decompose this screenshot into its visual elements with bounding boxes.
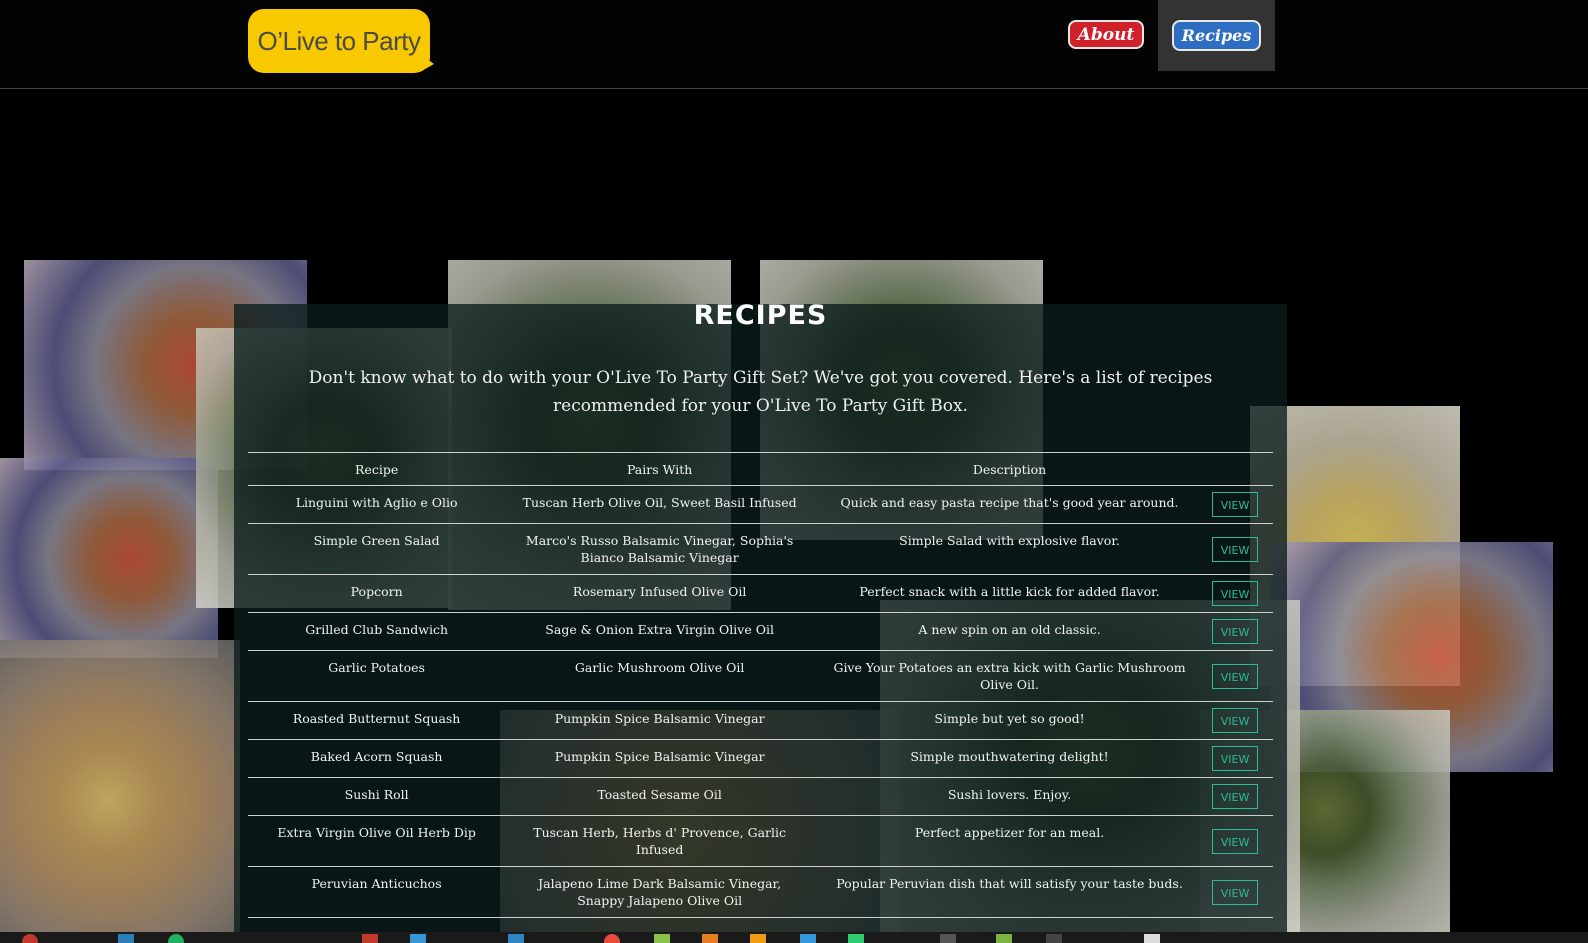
table-header-row: Recipe Pairs With Description — [248, 452, 1273, 486]
recipe-description: Sushi lovers. Enjoy. — [814, 777, 1206, 816]
recipe-pairs-with: Pumpkin Spice Balsamic Vinegar — [505, 701, 814, 740]
recipe-description: Popular Peruvian dish that will satisfy … — [814, 866, 1206, 918]
recipe-pairs-with: Marco's Russo Balsamic Vinegar, Sophia's… — [505, 523, 814, 575]
recipe-name: Popcorn — [248, 574, 506, 613]
nav-recipes-button[interactable]: Recipes — [1172, 20, 1261, 51]
view-recipe-button[interactable]: VIEW — [1212, 663, 1259, 689]
recipe-name: Roasted Butternut Squash — [248, 701, 506, 740]
table-row: Peruvian Anticuchos Jalapeno Lime Dark B… — [248, 866, 1273, 918]
taskbar-app-icon[interactable] — [118, 934, 134, 943]
recipe-name: Extra Virgin Olive Oil Herb Dip — [248, 815, 506, 867]
column-header-action — [1205, 452, 1273, 486]
column-header-description: Description — [814, 452, 1206, 486]
recipe-name: Garlic Potatoes — [248, 650, 506, 702]
food-image — [0, 458, 218, 658]
recipe-pairs-with: Jalapeno Lime Dark Balsamic Vinegar, Sna… — [505, 866, 814, 918]
recipe-pairs-with: Rosemary Infused Olive Oil — [505, 574, 814, 613]
recipe-description: Perfect appetizer for an meal. — [814, 815, 1206, 867]
recipe-description: Simple Salad with explosive flavor. — [814, 523, 1206, 575]
view-recipe-button[interactable]: VIEW — [1212, 619, 1259, 644]
recipe-name: Linguini with Aglio e Olio — [248, 485, 506, 524]
recipe-name: Peruvian Anticuchos — [248, 866, 506, 918]
taskbar-app-icon[interactable] — [654, 934, 670, 943]
page-title: RECIPES — [693, 300, 828, 331]
taskbar-app-icon[interactable] — [1046, 934, 1062, 943]
table-row: Sushi Roll Toasted Sesame Oil Sushi love… — [248, 777, 1273, 816]
view-recipe-button[interactable]: VIEW — [1212, 746, 1259, 771]
table-row: Roasted Butternut Squash Pumpkin Spice B… — [248, 701, 1273, 740]
view-recipe-button[interactable]: VIEW — [1212, 879, 1259, 905]
recipe-description: Simple mouthwatering delight! — [814, 739, 1206, 778]
table-row: Simple Green Salad Marco's Russo Balsami… — [248, 523, 1273, 575]
recipe-name: Grilled Club Sandwich — [248, 612, 506, 651]
recipe-description: Give Your Potatoes an extra kick with Ga… — [814, 650, 1206, 702]
view-recipe-button[interactable]: VIEW — [1212, 536, 1259, 562]
taskbar — [0, 932, 1588, 943]
column-header-recipe: Recipe — [248, 452, 506, 486]
logo-text: O’Live to Party — [257, 25, 421, 56]
recipe-description: Perfect snack with a little kick for add… — [814, 574, 1206, 613]
food-image — [0, 640, 240, 932]
recipe-pairs-with: Tuscan Herb Olive Oil, Sweet Basil Infus… — [505, 485, 814, 524]
recipe-name: Simple Green Salad — [248, 523, 506, 575]
taskbar-app-icon[interactable] — [604, 934, 620, 943]
taskbar-app-icon[interactable] — [362, 934, 378, 943]
view-recipe-button[interactable]: VIEW — [1212, 581, 1259, 606]
intro-text: Don't know what to do with your O'Live T… — [308, 368, 1213, 416]
table-row: Garlic Potatoes Garlic Mushroom Olive Oi… — [248, 650, 1273, 702]
taskbar-app-icon[interactable] — [750, 934, 766, 943]
view-recipe-button[interactable]: VIEW — [1212, 708, 1259, 733]
table-row: Baked Acorn Squash Pumpkin Spice Balsami… — [248, 739, 1273, 778]
recipe-pairs-with: Sage & Onion Extra Virgin Olive Oil — [505, 612, 814, 651]
recipes-table: Recipe Pairs With Description Linguini w… — [248, 452, 1273, 918]
recipe-description: A new spin on an old classic. — [814, 612, 1206, 651]
view-recipe-button[interactable]: VIEW — [1212, 784, 1259, 809]
logo-speech-tail — [420, 54, 434, 72]
site-logo[interactable]: O’Live to Party — [248, 9, 430, 73]
taskbar-app-icon[interactable] — [168, 934, 184, 943]
taskbar-app-icon[interactable] — [410, 934, 426, 943]
recipe-name: Sushi Roll — [248, 777, 506, 816]
recipe-pairs-with: Tuscan Herb, Herbs d' Provence, Garlic I… — [505, 815, 814, 867]
table-row: Linguini with Aglio e Olio Tuscan Herb O… — [248, 485, 1273, 524]
recipe-pairs-with: Toasted Sesame Oil — [505, 777, 814, 816]
view-recipe-button[interactable]: VIEW — [1212, 492, 1259, 517]
taskbar-app-icon[interactable] — [940, 934, 956, 943]
view-recipe-button[interactable]: VIEW — [1212, 828, 1259, 854]
taskbar-app-icon[interactable] — [848, 934, 864, 943]
column-header-pairs-with: Pairs With — [505, 452, 814, 486]
table-row: Popcorn Rosemary Infused Olive Oil Perfe… — [248, 574, 1273, 613]
taskbar-app-icon[interactable] — [22, 934, 38, 943]
table-row: Grilled Club Sandwich Sage & Onion Extra… — [248, 612, 1273, 651]
recipe-pairs-with: Garlic Mushroom Olive Oil — [505, 650, 814, 702]
taskbar-app-icon[interactable] — [996, 934, 1012, 943]
recipe-name: Baked Acorn Squash — [248, 739, 506, 778]
taskbar-app-icon[interactable] — [702, 934, 718, 943]
taskbar-app-icon[interactable] — [800, 934, 816, 943]
table-row: Extra Virgin Olive Oil Herb Dip Tuscan H… — [248, 815, 1273, 867]
recipe-description: Simple but yet so good! — [814, 701, 1206, 740]
nav-about-button[interactable]: About — [1068, 20, 1144, 49]
nav-recipes-active-tab: Recipes — [1158, 0, 1275, 71]
site-header: O’Live to Party About Recipes — [0, 0, 1588, 89]
recipe-pairs-with: Pumpkin Spice Balsamic Vinegar — [505, 739, 814, 778]
taskbar-app-icon[interactable] — [508, 934, 524, 943]
taskbar-app-icon[interactable] — [1144, 934, 1160, 943]
recipe-description: Quick and easy pasta recipe that's good … — [814, 485, 1206, 524]
